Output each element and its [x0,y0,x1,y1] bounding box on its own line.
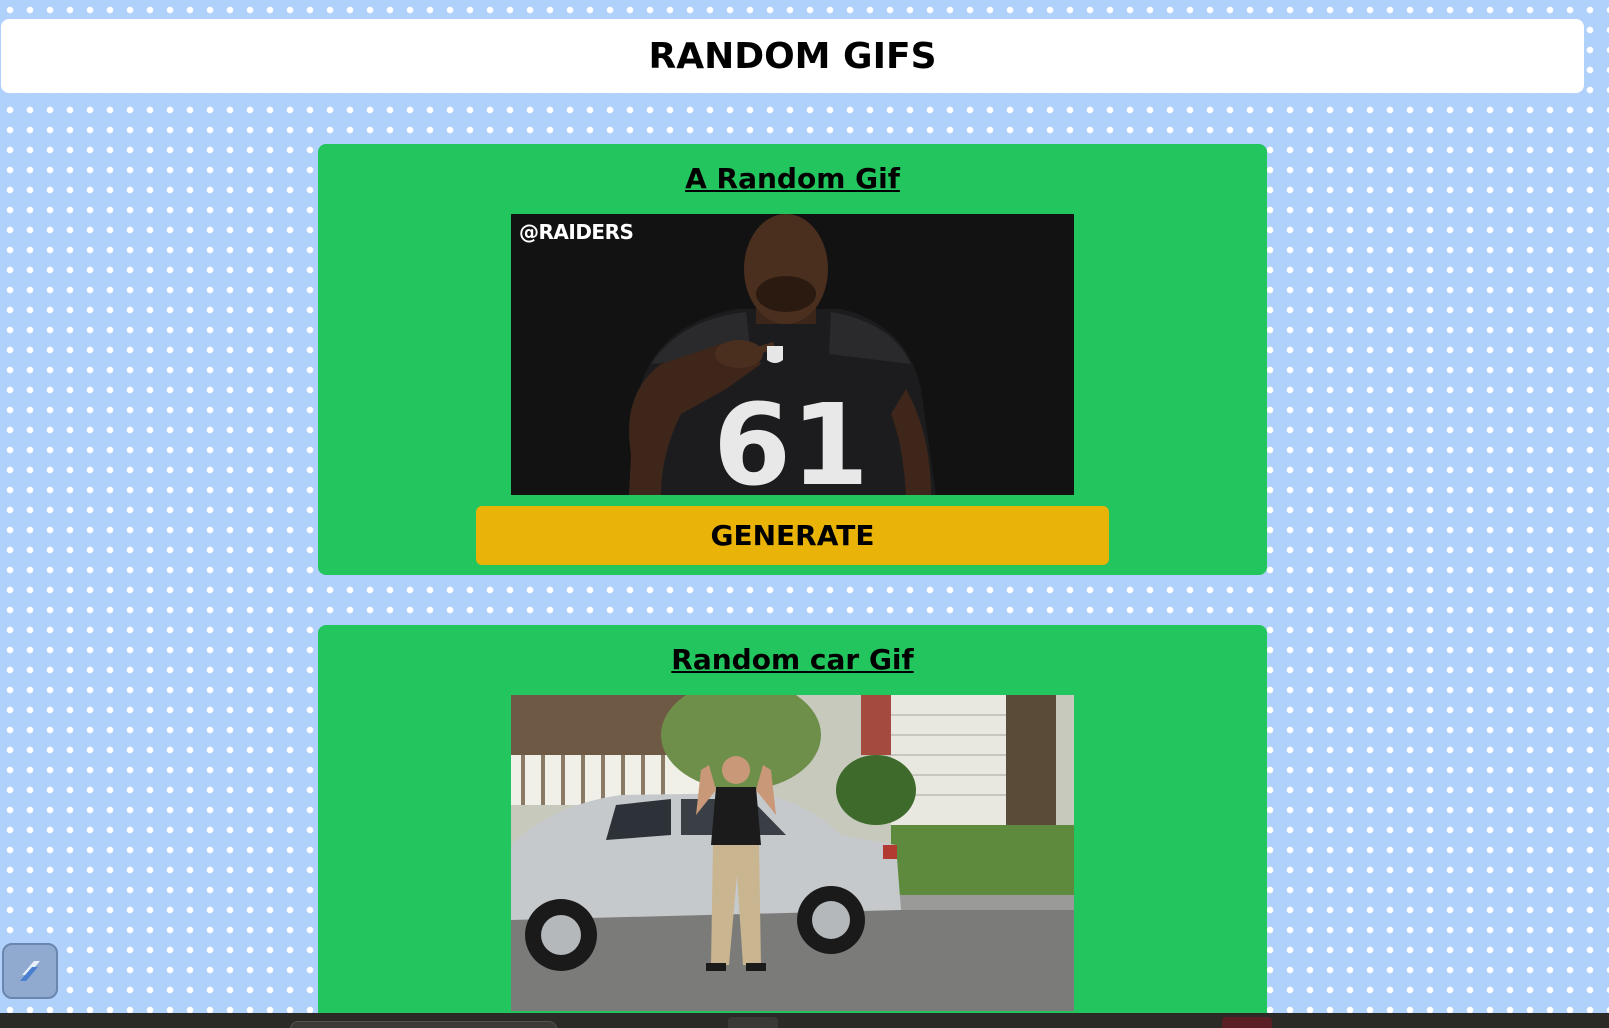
football-player-gif: 61 [511,214,1074,495]
random-car-gif-image [511,695,1074,1011]
random-car-gif-card: Random car Gif [318,625,1267,1028]
page-title: RANDOM GIFS [648,35,937,77]
random-gif-card: A Random Gif 61 @RAIDERS GENERATE [318,144,1267,575]
taskbar-app-button[interactable] [728,1017,778,1028]
generate-button[interactable]: GENERATE [476,506,1109,565]
car-gif [511,695,1074,1011]
random-car-gif-title: Random car Gif [671,643,914,676]
jersey-number: 61 [713,381,869,495]
page-header: RANDOM GIFS [1,19,1584,93]
random-gif-image: 61 @RAIDERS [511,214,1074,495]
taskbar-app-button-red[interactable] [1222,1017,1272,1028]
os-taskbar [0,1013,1609,1028]
taskbar-search[interactable] [290,1021,557,1028]
floating-widget-glyph [20,961,40,981]
random-gif-title: A Random Gif [685,162,900,195]
gif-watermark: @RAIDERS [519,220,634,244]
slash-logo-icon[interactable] [2,943,58,999]
